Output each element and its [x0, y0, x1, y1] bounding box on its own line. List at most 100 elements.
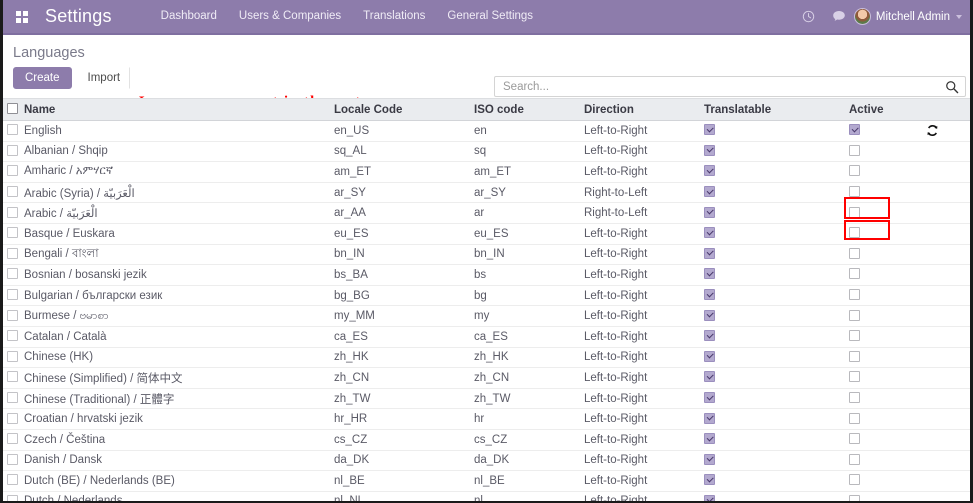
row-select-cell[interactable] [3, 450, 20, 472]
active-checkbox[interactable] [849, 186, 860, 198]
row-select-cell[interactable] [3, 141, 20, 163]
cell-active[interactable] [845, 182, 885, 204]
active-checkbox[interactable] [849, 227, 860, 239]
row-select-checkbox[interactable] [7, 247, 18, 259]
table-row[interactable]: Croatian / hrvatski jezik hr_HR hr Left-to-… [3, 408, 970, 430]
translatable-checkbox[interactable] [704, 371, 715, 383]
active-checkbox[interactable] [849, 392, 860, 404]
cell-translatable[interactable] [700, 285, 845, 307]
table-row[interactable]: Arabic (Syria) / الْعَرَبيّة ar_SY ar_SY Ri… [3, 182, 970, 204]
table-row[interactable]: English en_US en Left-to-Right [3, 120, 970, 142]
cell-translatable[interactable] [700, 388, 845, 410]
active-checkbox[interactable] [849, 268, 860, 280]
translatable-checkbox[interactable] [704, 247, 715, 259]
select-all-cell[interactable] [3, 98, 20, 121]
table-row[interactable]: Chinese (Traditional) / 正體字 zh_TW zh_TW Lef… [3, 388, 970, 410]
translatable-checkbox[interactable] [704, 494, 715, 501]
menu-item-translations[interactable]: Translations [352, 0, 436, 33]
table-row[interactable]: Bulgarian / български език bg_BG bg Left-to… [3, 285, 970, 307]
row-select-checkbox[interactable] [7, 186, 18, 198]
translatable-checkbox[interactable] [704, 124, 715, 136]
cell-row-actions[interactable] [885, 202, 970, 224]
active-checkbox[interactable] [849, 247, 860, 259]
cell-row-actions[interactable] [885, 182, 970, 204]
active-checkbox[interactable] [849, 124, 860, 136]
column-header-locale-code[interactable]: Locale Code [330, 98, 470, 121]
active-checkbox[interactable] [849, 206, 860, 218]
cell-translatable[interactable] [700, 408, 845, 430]
active-checkbox[interactable] [849, 330, 860, 342]
cell-translatable[interactable] [700, 429, 845, 451]
table-row[interactable]: Albanian / Shqip sq_AL sq Left-to-Right [3, 141, 970, 163]
table-row[interactable]: Basque / Euskara eu_ES eu_ES Left-to-Right [3, 223, 970, 245]
row-select-checkbox[interactable] [7, 494, 18, 501]
cell-translatable[interactable] [700, 305, 845, 327]
cell-translatable[interactable] [700, 450, 845, 472]
row-select-checkbox[interactable] [7, 453, 18, 465]
cell-active[interactable] [845, 429, 885, 451]
cell-row-actions[interactable] [885, 305, 970, 327]
cell-translatable[interactable] [700, 347, 845, 369]
row-select-checkbox[interactable] [7, 392, 18, 404]
menu-item-general-settings[interactable]: General Settings [436, 0, 544, 33]
cell-translatable[interactable] [700, 161, 845, 183]
active-checkbox[interactable] [849, 433, 860, 445]
active-checkbox[interactable] [849, 144, 860, 156]
menu-item-dashboard[interactable]: Dashboard [150, 0, 228, 33]
chat-bubble-icon[interactable] [824, 0, 854, 33]
table-row[interactable]: Czech / Čeština cs_CZ cs_CZ Left-to-Right [3, 429, 970, 451]
search-icon[interactable] [945, 80, 959, 94]
row-select-cell[interactable] [3, 305, 20, 327]
row-select-checkbox[interactable] [7, 412, 18, 424]
column-header-iso-code[interactable]: ISO code [470, 98, 580, 121]
row-select-checkbox[interactable] [7, 309, 18, 321]
table-row[interactable]: Catalan / Català ca_ES ca_ES Left-to-Right [3, 326, 970, 348]
translatable-checkbox[interactable] [704, 144, 715, 156]
row-select-cell[interactable] [3, 470, 20, 492]
cell-row-actions[interactable] [885, 388, 970, 410]
row-select-cell[interactable] [3, 182, 20, 204]
chevron-down-icon[interactable] [956, 14, 962, 19]
translatable-checkbox[interactable] [704, 433, 715, 445]
translatable-checkbox[interactable] [704, 289, 715, 301]
cell-translatable[interactable] [700, 120, 845, 142]
active-checkbox[interactable] [849, 371, 860, 383]
cell-translatable[interactable] [700, 367, 845, 389]
cell-row-actions[interactable] [885, 429, 970, 451]
row-select-cell[interactable] [3, 202, 20, 224]
cell-active[interactable] [845, 141, 885, 163]
cell-row-actions[interactable] [885, 367, 970, 389]
row-select-cell[interactable] [3, 161, 20, 183]
row-select-cell[interactable] [3, 429, 20, 451]
translatable-checkbox[interactable] [704, 453, 715, 465]
cell-translatable[interactable] [700, 223, 845, 245]
cell-translatable[interactable] [700, 491, 845, 501]
active-checkbox[interactable] [849, 453, 860, 465]
table-row[interactable]: Bosnian / bosanski jezik bs_BA bs Left-to-R… [3, 264, 970, 286]
row-select-checkbox[interactable] [7, 144, 18, 156]
translatable-checkbox[interactable] [704, 268, 715, 280]
table-row[interactable]: Bengali / বাংলা bn_IN bn_IN Left-to-Right [3, 244, 970, 266]
cell-translatable[interactable] [700, 202, 845, 224]
translatable-checkbox[interactable] [704, 350, 715, 362]
select-all-checkbox[interactable] [7, 103, 18, 114]
translatable-checkbox[interactable] [704, 330, 715, 342]
row-select-checkbox[interactable] [7, 330, 18, 342]
row-select-cell[interactable] [3, 326, 20, 348]
apps-grid-icon[interactable] [7, 10, 37, 23]
cell-active[interactable] [845, 388, 885, 410]
active-checkbox[interactable] [849, 309, 860, 321]
active-checkbox[interactable] [849, 289, 860, 301]
cell-row-actions[interactable] [885, 161, 970, 183]
app-brand-title[interactable]: Settings [45, 6, 112, 27]
row-select-cell[interactable] [3, 491, 20, 501]
cell-active[interactable] [845, 450, 885, 472]
row-select-checkbox[interactable] [7, 206, 18, 218]
cell-row-actions[interactable] [885, 450, 970, 472]
row-select-cell[interactable] [3, 264, 20, 286]
table-row[interactable]: Danish / Dansk da_DK da_DK Left-to-Right [3, 450, 970, 472]
row-select-checkbox[interactable] [7, 289, 18, 301]
active-checkbox[interactable] [849, 412, 860, 424]
import-button[interactable]: Import [77, 67, 131, 89]
row-select-cell[interactable] [3, 223, 20, 245]
